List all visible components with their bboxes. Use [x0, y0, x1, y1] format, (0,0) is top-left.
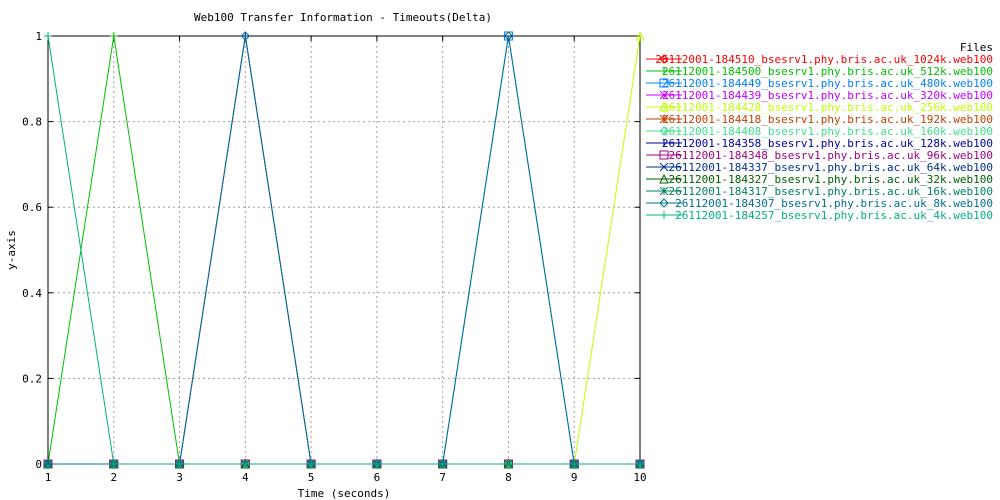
y-tick-label: 0.2 — [22, 372, 42, 385]
x-axis-label: Time (seconds) — [298, 487, 391, 500]
series-line — [48, 35, 640, 465]
legend-marker — [660, 211, 668, 219]
x-tick-label: 10 — [633, 471, 646, 484]
y-tick-label: 0.6 — [22, 201, 42, 214]
series-8 — [44, 32, 644, 468]
series-line — [47, 35, 640, 465]
series-line — [48, 35, 640, 465]
y-tick-label: 0.8 — [22, 116, 42, 129]
x-tick-label: 6 — [374, 471, 381, 484]
chart-title: Web100 Transfer Information - Timeouts(D… — [194, 11, 492, 24]
legend: Files 26112001-184510_bsesrv1.phy.bris.a… — [646, 41, 993, 222]
y-tick-label: 0.4 — [22, 287, 42, 300]
series-13 — [43, 31, 645, 469]
series-5 — [43, 30, 645, 469]
series-line — [48, 35, 640, 465]
series-2 — [44, 32, 644, 468]
x-tick-label: 4 — [242, 471, 249, 484]
legend-item: 26112001-184257_bsesrv1.phy.bris.ac.uk_4… — [646, 209, 993, 222]
data-point — [44, 32, 52, 40]
x-tick-label: 2 — [110, 471, 117, 484]
axis-ticks: 1 2 3 4 5 6 7 8 9 10 0 0.2 0.4 0.6 0.8 1 — [22, 30, 647, 484]
x-tick-label: 8 — [505, 471, 512, 484]
series-3 — [43, 31, 645, 469]
x-tick-label: 5 — [308, 471, 315, 484]
x-tick-label: 9 — [571, 471, 578, 484]
y-tick-label: 0 — [35, 458, 42, 471]
data-point — [109, 32, 118, 40]
y-tick-label: 1 — [35, 30, 42, 43]
series-line — [48, 35, 641, 465]
plot-frame — [47, 35, 641, 465]
y-axis-label: y-axis — [5, 230, 18, 270]
series-14 — [44, 32, 644, 468]
legend-marker — [659, 186, 669, 196]
chart: Web100 Transfer Information - Timeouts(D… — [5, 11, 993, 500]
grid — [48, 36, 640, 464]
x-tick-label: 3 — [176, 471, 183, 484]
x-tick-label: 7 — [439, 471, 446, 484]
series-line — [47, 35, 640, 465]
legend-label: 26112001-184257_bsesrv1.phy.bris.ac.uk_4… — [675, 209, 993, 222]
series-layer — [43, 30, 645, 469]
x-tick-label: 1 — [45, 471, 52, 484]
